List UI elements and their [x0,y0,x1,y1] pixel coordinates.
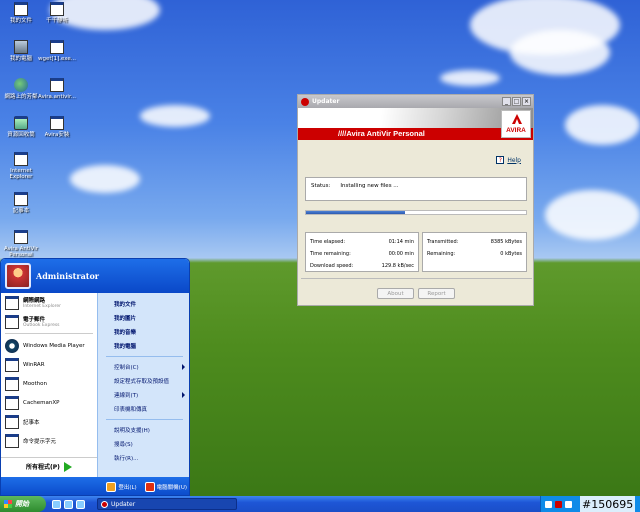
place-item[interactable]: 我的音樂 [98,325,189,339]
tray-icon[interactable] [565,500,572,508]
start-button[interactable]: 開始 [0,496,46,512]
pinned-internet[interactable]: 網際網路 Internet Explorer [1,293,97,312]
windows-flag-icon [4,500,12,508]
recent-item[interactable]: Windows Media Player [1,336,97,355]
document-icon [14,152,28,166]
help-link[interactable]: ? Help [496,156,521,164]
avatar[interactable] [5,263,31,289]
program-icon [5,433,19,448]
printers-item[interactable]: 印表機和傳真 [98,402,189,416]
start-menu: Administrator 網際網路 Internet Explorer 電子郵件… [0,258,190,496]
desktop-icon-notepad[interactable]: 記事本 [0,192,42,214]
green-arrow-icon [63,461,72,472]
banner-product-name: ////Avira AntiVir Personal [338,129,425,138]
power-icon [144,482,155,492]
stat-row: Time elapsed: 01:14 min [310,239,414,245]
logoff-button[interactable]: 登出(L) [106,482,137,492]
minimize-button[interactable]: _ [502,97,511,106]
maximize-button[interactable]: □ [512,97,521,106]
quick-launch-icon[interactable] [64,499,73,509]
start-menu-programs: 網際網路 Internet Explorer 電子郵件 Outlook Expres… [1,293,97,477]
updater-title-bar[interactable]: Updater _ □ × [298,95,533,108]
help-icon: ? [496,156,505,164]
all-programs-button[interactable]: 所有程式(P) [1,457,97,475]
progress-fill [306,211,405,214]
start-menu-footer: 登出(L) 電腦關機(U) [1,477,189,495]
connect-to-item[interactable]: 連線到(T) [98,388,189,402]
avira-tray-icon[interactable] [555,500,562,508]
control-panel-item[interactable]: 控制台(C) [98,360,189,374]
submenu-arrow-icon [182,364,185,370]
document-icon [50,40,64,54]
transfer-stats-panel: Transmitted: 8385 kBytes Remaining: 0 kByt… [422,232,527,272]
document-icon [50,2,64,16]
stat-row: Download speed: 129.8 kB/sec [310,263,414,269]
desktop-icon-internet-explorer[interactable]: Internet Explorer [0,152,42,180]
help-support-item[interactable]: 說明及支援(H) [98,423,189,437]
recent-item[interactable]: CachemanXP [1,393,97,412]
avira-banner: ////Avira AntiVir Personal AVIRA [298,108,533,140]
desktop: 我的文件 千千静听 我的電腦 wget[1].exe... 網路上的芳鄰 Avi… [0,0,640,496]
time-stats-panel: Time elapsed: 01:14 min Time remaining: 00… [305,232,419,272]
stat-row: Remaining: 0 kBytes [427,251,522,257]
shutdown-button[interactable]: 電腦關機(U) [144,482,187,492]
submenu-arrow-icon [182,392,185,398]
avira-umbrella-icon [101,500,108,508]
key-icon [106,482,117,492]
document-icon [50,116,64,130]
quick-launch-icon[interactable] [52,499,61,509]
stat-row: Transmitted: 8385 kBytes [427,239,522,245]
watermark-text: #150695 [580,496,636,512]
recent-item[interactable]: WinRAR [1,355,97,374]
program-access-item[interactable]: 設定程式存取及預設值 [98,374,189,388]
status-value: Installing new files ... [340,183,399,189]
taskbar-button-updater[interactable]: Updater [97,498,237,510]
window-title: Updater [312,98,340,105]
network-icon [14,78,28,92]
program-icon [5,376,19,391]
pinned-email[interactable]: 電子郵件 Outlook Express [1,312,97,331]
user-name: Administrator [36,271,100,281]
document-icon [14,2,28,16]
taskbar: 開始 Updater [0,496,640,512]
quick-launch [52,499,85,509]
desktop-icon-ttplayer[interactable]: 千千静听 [36,2,78,24]
recent-item[interactable]: 記事本 [1,412,97,431]
report-button[interactable]: Report [418,288,455,299]
desktop-icon-wget[interactable]: wget[1].exe... [36,40,78,62]
avira-logo-icon: AVIRA [501,110,531,138]
quick-launch-icon[interactable] [76,499,85,509]
close-button[interactable]: × [522,97,531,106]
media-player-icon [5,338,19,353]
recent-item[interactable]: Moothon [1,374,97,393]
recent-item[interactable]: 命令提示字元 [1,431,97,450]
program-icon [5,395,19,410]
avira-umbrella-icon [301,97,309,106]
updater-window[interactable]: Updater _ □ × ////Avira AntiVir Personal… [297,94,534,306]
program-icon [5,357,19,372]
place-item[interactable]: 我的電腦 [98,339,189,353]
stat-row: Time remaining: 00:00 min [310,251,414,257]
mail-icon [5,314,19,329]
browser-icon [5,295,19,310]
run-item[interactable]: 執行(R)... [98,451,189,465]
document-icon [14,192,28,206]
status-label: Status: [311,183,331,189]
desktop-icon-avira-install[interactable]: Avira安裝 [36,116,78,138]
place-item[interactable]: 我的文件 [98,297,189,311]
status-box: Status: Installing new files ... [305,177,527,201]
search-item[interactable]: 搜尋(S) [98,437,189,451]
tray-icon[interactable] [545,500,552,508]
document-icon [14,230,28,244]
update-progress-bar [305,210,527,215]
program-icon [5,414,19,429]
document-icon [50,78,64,92]
start-menu-header: Administrator [1,259,189,293]
about-button[interactable]: About [377,288,414,299]
place-item[interactable]: 我的圖片 [98,311,189,325]
start-menu-places: 我的文件 我的圖片 我的音樂 我的電腦 控制台(C) 設定程式存取及預設值 連線… [97,293,189,477]
desktop-icon-avira-antivir[interactable]: Avira.antivir... [36,78,78,100]
recycle-bin-icon [14,116,28,130]
computer-icon [14,40,28,54]
